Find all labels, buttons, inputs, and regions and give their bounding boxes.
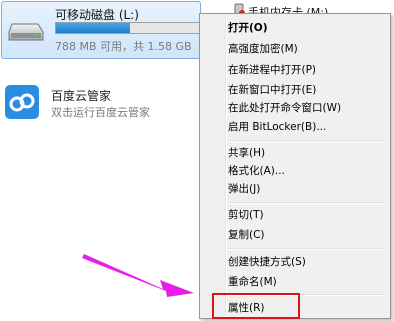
menu-item-open-command-window[interactable]: 在此处打开命令窗口(W) bbox=[202, 98, 388, 118]
menu-item-encrypt[interactable]: 高强度加密(M) bbox=[202, 39, 388, 59]
menu-item-open-new-window[interactable]: 在新窗口中打开(E) bbox=[202, 80, 388, 100]
menu-item-open-new-process[interactable]: 在新进程中打开(P) bbox=[202, 60, 388, 80]
menu-item-share[interactable]: 共享(H) bbox=[202, 143, 388, 163]
menu-item-create-shortcut[interactable]: 创建快捷方式(S) bbox=[202, 252, 388, 272]
menu-item-open[interactable]: 打开(O) bbox=[202, 18, 388, 38]
menu-item-format[interactable]: 格式化(A)... bbox=[202, 161, 388, 181]
properties-highlight-box bbox=[212, 293, 300, 319]
menu-item-copy[interactable]: 复制(C) bbox=[202, 225, 388, 245]
menu-item-eject[interactable]: 弹出(J) bbox=[202, 179, 388, 199]
menu-separator bbox=[228, 202, 386, 204]
menu-item-cut[interactable]: 剪切(T) bbox=[202, 205, 388, 225]
menu-item-rename[interactable]: 重命名(M) bbox=[202, 272, 388, 292]
menu-item-bitlocker[interactable]: 启用 BitLocker(B)... bbox=[202, 117, 388, 137]
menu-separator bbox=[228, 248, 386, 250]
context-menu: 打开(O) 高强度加密(M) 在新进程中打开(P) 在新窗口中打开(E) 在此处… bbox=[199, 13, 391, 319]
menu-separator bbox=[228, 140, 386, 142]
